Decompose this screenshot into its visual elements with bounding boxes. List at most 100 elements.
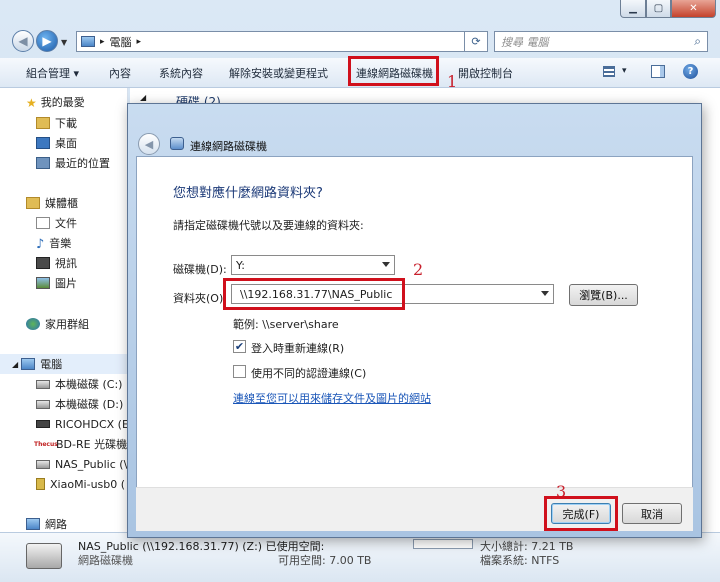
address-bar[interactable]: ▸ 電腦 ▸ ▼ [76, 31, 486, 52]
drive-letter-value: Y: [236, 258, 245, 272]
usb-drive-icon [36, 478, 45, 490]
reconnect-label[interactable]: 登入時重新連線(R) [251, 340, 344, 356]
nav-label: 我的最愛 [40, 96, 85, 109]
refresh-button[interactable]: ⟳ [464, 31, 488, 52]
organize-button[interactable]: 組合管理 ▾ [26, 65, 79, 81]
removable-drive-icon [36, 420, 50, 428]
nav-label: 本機磁碟 (D:) [55, 398, 124, 411]
help-icon[interactable]: ? [683, 64, 698, 79]
nav-favorites[interactable]: ★ 我的最愛 [0, 92, 128, 112]
close-button[interactable]: ✕ [671, 0, 716, 18]
uninstall-button[interactable]: 解除安裝或變更程式 [229, 65, 328, 81]
status-free-space: 可用空間: 7.00 TB [278, 554, 372, 567]
nav-desktop[interactable]: 桌面 [0, 133, 128, 153]
minimize-button[interactable]: ▁ [620, 0, 646, 18]
expand-arrow-icon[interactable]: ◢ [12, 360, 18, 369]
properties-button[interactable]: 內容 [109, 65, 131, 81]
recent-places-icon [36, 157, 50, 169]
nav-label: 網路 [45, 518, 67, 531]
close-icon: ✕ [689, 3, 698, 14]
view-options-icon[interactable] [603, 66, 615, 77]
nav-label: 文件 [55, 217, 77, 230]
nav-drive-c[interactable]: 本機磁碟 (C:) [0, 374, 128, 394]
title-bar: ▁ ▢ ✕ [0, 0, 720, 26]
nav-label: BD-RE 光碟機 ( [56, 438, 128, 451]
control-panel-button[interactable]: 開啟控制台 [458, 65, 513, 81]
back-button[interactable]: ◀ [12, 30, 34, 52]
folder-value: \\192.168.31.77\NAS_Public [240, 287, 393, 301]
map-network-drive-button[interactable]: 連線網路磁碟機 [356, 65, 433, 81]
minimize-icon: ▁ [629, 3, 637, 14]
navigation-pane: ★ 我的最愛 下載 桌面 最近的位置 媒體櫃 文件 ♪ 音樂 視訊 圖片 家用群組 … [0, 88, 128, 532]
chevron-down-icon [382, 262, 390, 267]
network-drive-icon [36, 459, 50, 469]
nav-label: NAS_Public (\\ [55, 457, 128, 471]
nav-xiaomi-usb[interactable]: XiaoMi-usb0 ( [0, 474, 128, 494]
checkmark-icon: ✔ [234, 340, 245, 353]
preview-pane-icon[interactable] [651, 65, 665, 78]
nav-drive-d[interactable]: 本機磁碟 (D:) [0, 394, 128, 414]
breadcrumb-computer[interactable]: 電腦 [110, 34, 132, 50]
maximize-button[interactable]: ▢ [646, 0, 671, 18]
nav-label: 下載 [55, 117, 77, 130]
drive-label: 磁碟機(D): [173, 263, 227, 276]
different-credentials-label[interactable]: 使用不同的認證連線(C) [251, 365, 366, 381]
breadcrumb-chevron-icon: ▸ [100, 36, 105, 47]
nav-videos[interactable]: 視訊 [0, 253, 128, 273]
dialog-heading: 您想對應什麼網路資料夾? [173, 186, 323, 201]
breadcrumb-chevron-icon[interactable]: ▸ [137, 37, 142, 47]
forward-button[interactable]: ▶ [36, 30, 58, 52]
nav-network[interactable]: 網路 [0, 514, 128, 534]
recent-pages-chevron-icon[interactable]: ▼ [61, 38, 67, 47]
nav-nas-public[interactable]: NAS_Public (\\ [0, 454, 128, 474]
view-options-dropdown[interactable]: ▾ [622, 66, 627, 76]
cancel-button[interactable]: 取消 [622, 503, 682, 524]
nav-documents[interactable]: 文件 [0, 213, 128, 233]
reconnect-checkbox[interactable]: ✔ [233, 340, 246, 353]
nav-label: 視訊 [55, 257, 77, 270]
nav-pictures[interactable]: 圖片 [0, 273, 128, 293]
collapse-arrow-icon[interactable]: ◢ [140, 93, 146, 102]
website-link[interactable]: 連線至您可以用來儲存文件及圖片的網站 [233, 390, 431, 406]
nav-drive-e[interactable]: RICOHDCX (E: [0, 414, 128, 434]
nav-downloads[interactable]: 下載 [0, 113, 128, 133]
chevron-down-icon [541, 291, 549, 296]
dialog-content: 您想對應什麼網路資料夾? 請指定磁碟機代號以及要連線的資料夾: 磁碟機(D): … [136, 156, 693, 531]
thecus-logo-icon: Thecus [34, 440, 58, 448]
command-bar: 組合管理 ▾ 內容 系統內容 解除安裝或變更程式 連線網路磁碟機 1 開啟控制台… [0, 56, 720, 91]
refresh-icon: ⟳ [471, 35, 481, 48]
nav-computer[interactable]: ◢ 電腦 [0, 354, 128, 374]
nav-label: 桌面 [55, 137, 77, 150]
different-credentials-checkbox[interactable] [233, 365, 246, 378]
finish-button[interactable]: 完成(F) [551, 503, 611, 524]
folder-label: 資料夾(O): [173, 292, 227, 305]
system-properties-button[interactable]: 系統內容 [159, 65, 203, 81]
libraries-icon [26, 197, 40, 209]
status-filesystem: 檔案系統: NTFS [480, 554, 560, 567]
downloads-folder-icon [36, 117, 50, 129]
dialog-back-button[interactable]: ◀ [138, 133, 160, 155]
computer-icon [21, 358, 36, 370]
nav-bd-drive[interactable]: Thecus BD-RE 光碟機 ( [0, 434, 128, 454]
nav-homegroup[interactable]: 家用群組 [0, 314, 128, 334]
nav-music[interactable]: ♪ 音樂 [0, 233, 128, 253]
computer-icon [81, 36, 95, 47]
nav-libraries[interactable]: 媒體櫃 [0, 193, 128, 213]
map-drive-dialog: ◀ 連線網路磁碟機 您想對應什麼網路資料夾? 請指定磁碟機代號以及要連線的資料夾… [127, 103, 702, 538]
videos-icon [36, 257, 50, 269]
arrow-right-icon: ▶ [42, 34, 52, 48]
nav-label: RICOHDCX (E: [55, 417, 128, 431]
search-input[interactable]: 搜尋 電腦 ⌕ [494, 31, 708, 52]
network-drive-icon [170, 137, 184, 150]
nav-label: 圖片 [55, 277, 77, 290]
nav-label: 電腦 [40, 358, 63, 371]
dialog-footer: 3 完成(F) 取消 [136, 482, 693, 531]
search-placeholder: 搜尋 電腦 [501, 35, 549, 49]
browse-button[interactable]: 瀏覽(B)... [569, 284, 638, 306]
drive-letter-select[interactable]: Y: [231, 255, 395, 275]
nav-recent-places[interactable]: 最近的位置 [0, 153, 128, 173]
documents-icon [36, 217, 50, 229]
nav-label: XiaoMi-usb0 ( [50, 477, 126, 491]
hard-drive-icon [36, 399, 50, 409]
search-icon[interactable]: ⌕ [694, 34, 701, 49]
